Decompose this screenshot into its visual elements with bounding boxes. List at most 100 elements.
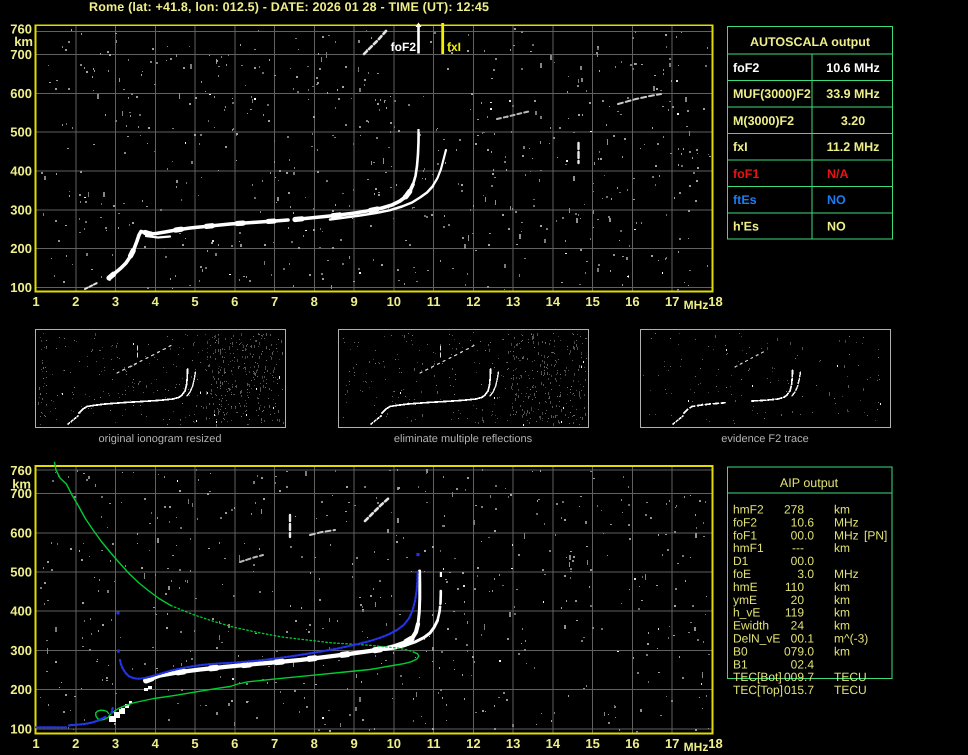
- svg-text:100: 100: [10, 721, 32, 736]
- svg-text:fxI: fxI: [447, 40, 461, 54]
- svg-text:AUTOSCALA output: AUTOSCALA output: [750, 35, 871, 49]
- svg-text:16: 16: [625, 294, 639, 309]
- svg-text:3.20: 3.20: [841, 114, 865, 128]
- svg-text:10.6 MHz: 10.6 MHz: [826, 61, 880, 75]
- svg-text:2: 2: [72, 736, 79, 751]
- svg-text:hmE: hmE: [733, 580, 758, 594]
- svg-text:N/A: N/A: [827, 167, 849, 181]
- svg-text:TECU: TECU: [834, 683, 867, 697]
- svg-text:3: 3: [112, 736, 119, 751]
- svg-text:02.4: 02.4: [791, 657, 815, 671]
- svg-text:foF1: foF1: [733, 167, 759, 181]
- svg-text:110: 110: [785, 580, 804, 594]
- svg-text:TEC[Top]: TEC[Top]: [733, 683, 783, 697]
- svg-text:600: 600: [10, 86, 32, 101]
- svg-text:TEC[Bot]: TEC[Bot]: [733, 670, 782, 684]
- svg-text:13: 13: [506, 294, 520, 309]
- svg-text:015.7: 015.7: [784, 683, 814, 697]
- svg-text:14: 14: [546, 736, 561, 751]
- svg-text:300: 300: [10, 202, 32, 217]
- svg-text:h_vE: h_vE: [733, 606, 760, 620]
- svg-text:3.0: 3.0: [797, 567, 814, 581]
- svg-text:11: 11: [427, 736, 441, 751]
- svg-text:00.0: 00.0: [791, 528, 815, 542]
- svg-text:20: 20: [791, 593, 805, 607]
- svg-text:km: km: [834, 606, 850, 620]
- svg-text:5: 5: [191, 736, 198, 751]
- svg-text:15: 15: [585, 294, 599, 309]
- svg-text:278: 278: [784, 503, 804, 517]
- svg-text:km: km: [834, 593, 850, 607]
- svg-text:foF2: foF2: [733, 515, 757, 529]
- svg-text:hmF2: hmF2: [733, 503, 764, 517]
- svg-text:foF2: foF2: [733, 61, 759, 75]
- svg-text:200: 200: [10, 241, 32, 256]
- svg-text:14: 14: [546, 294, 561, 309]
- svg-text:600: 600: [10, 525, 32, 540]
- svg-text:24: 24: [791, 619, 805, 633]
- svg-text:00.0: 00.0: [791, 554, 815, 568]
- svg-text:8: 8: [311, 736, 318, 751]
- svg-text:18: 18: [708, 294, 722, 309]
- svg-text:500: 500: [10, 125, 32, 140]
- svg-text:km: km: [834, 580, 850, 594]
- svg-text:15: 15: [585, 736, 599, 751]
- svg-text:17: 17: [665, 294, 679, 309]
- svg-text:MHz: MHz: [834, 515, 859, 529]
- svg-text:400: 400: [10, 164, 32, 179]
- svg-text:4: 4: [152, 294, 160, 309]
- svg-text:MHz: MHz: [684, 740, 709, 754]
- svg-text:119: 119: [785, 606, 804, 620]
- svg-text:500: 500: [10, 565, 32, 580]
- svg-text:33.9 MHz: 33.9 MHz: [826, 87, 880, 101]
- svg-text:MHz: MHz: [684, 298, 709, 312]
- svg-text:M(3000)F2: M(3000)F2: [733, 114, 794, 128]
- svg-text:MHz: MHz: [834, 528, 859, 542]
- svg-text:ymE: ymE: [733, 593, 757, 607]
- svg-text:1: 1: [32, 294, 39, 309]
- svg-text:---: ---: [792, 541, 804, 555]
- svg-text:D1: D1: [733, 554, 749, 568]
- svg-text:300: 300: [10, 643, 32, 658]
- svg-text:00.1: 00.1: [791, 632, 815, 646]
- svg-text:DelN_vE: DelN_vE: [733, 632, 780, 646]
- svg-text:1: 1: [32, 736, 39, 751]
- svg-text:fxI: fxI: [733, 140, 748, 154]
- svg-text:6: 6: [231, 736, 238, 751]
- svg-text:13: 13: [506, 736, 520, 751]
- svg-text:Ewidth: Ewidth: [733, 619, 769, 633]
- svg-text:6: 6: [231, 294, 238, 309]
- svg-text:km: km: [834, 619, 850, 633]
- svg-text:10: 10: [387, 736, 401, 751]
- svg-text:B0: B0: [733, 644, 748, 658]
- svg-text:ftEs: ftEs: [733, 193, 757, 207]
- svg-text:NO: NO: [827, 193, 846, 207]
- svg-text:Rome (lat: +41.8, lon: 012.5): Rome (lat: +41.8, lon: 012.5) - DATE: 20…: [89, 0, 489, 14]
- svg-text:NO: NO: [827, 220, 846, 234]
- svg-text:400: 400: [10, 604, 32, 619]
- svg-text:AIP output: AIP output: [780, 476, 839, 490]
- svg-text:079.0: 079.0: [784, 644, 814, 658]
- svg-text:700: 700: [10, 486, 32, 501]
- svg-text:km: km: [834, 503, 850, 517]
- svg-text:7: 7: [271, 294, 278, 309]
- svg-text:9: 9: [350, 736, 357, 751]
- svg-text:18: 18: [708, 736, 722, 751]
- svg-text:17: 17: [665, 736, 679, 751]
- svg-text:8: 8: [311, 294, 318, 309]
- svg-text:eliminate multiple reflections: eliminate multiple reflections: [394, 433, 533, 445]
- svg-text:12: 12: [466, 736, 480, 751]
- svg-text:km: km: [834, 541, 850, 555]
- svg-text:4: 4: [152, 736, 160, 751]
- svg-text:100: 100: [10, 280, 32, 295]
- svg-text:foE: foE: [733, 567, 751, 581]
- svg-text:foF2: foF2: [391, 40, 417, 54]
- svg-text:evidence F2 trace: evidence F2 trace: [721, 433, 808, 445]
- svg-text:11: 11: [427, 294, 441, 309]
- svg-text:m^(-3): m^(-3): [834, 632, 868, 646]
- svg-text:5: 5: [191, 294, 198, 309]
- svg-text:TECU: TECU: [834, 670, 867, 684]
- svg-text:km: km: [834, 644, 850, 658]
- svg-text:10.6: 10.6: [791, 515, 815, 529]
- svg-text:[PN]: [PN]: [864, 528, 887, 542]
